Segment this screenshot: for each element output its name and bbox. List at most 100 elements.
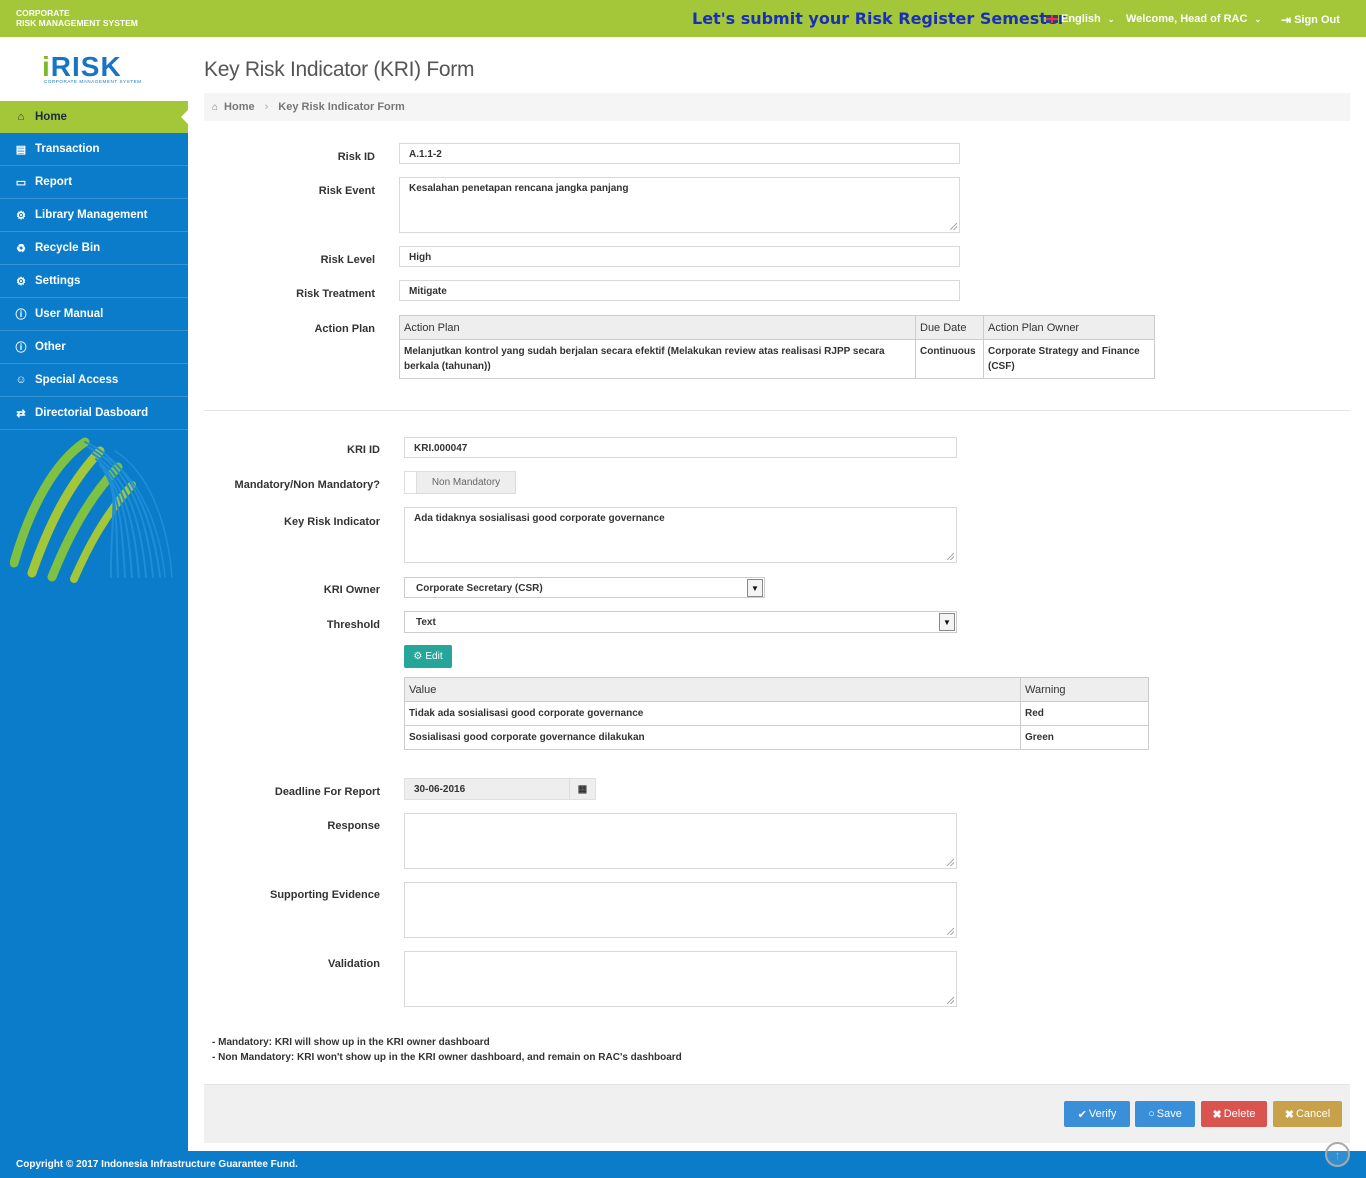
delete-button[interactable]: ✖ Delete [1201,1101,1267,1127]
toggle-knob [405,472,417,493]
sidebar-item-user-manual[interactable]: ⓘ User Manual [0,298,188,331]
kri-owner-select[interactable]: Corporate Secretary (CSR) ▼ [404,577,765,598]
response-label: Response [327,820,380,832]
gear-icon: ⚙ [16,275,26,288]
table-cell: Red [1020,701,1149,726]
validation-field[interactable] [404,951,957,1007]
sidebar-item-special-access[interactable]: ☺ Special Access [0,364,188,397]
brand-line-2: RISK MANAGEMENT SYSTEM [16,18,138,28]
calendar-icon[interactable]: ▦ [569,779,595,799]
chevron-down-icon: ⌄ [1254,15,1262,24]
risk-treatment-field[interactable]: Mitigate [399,280,960,301]
sidebar-item-label: Recycle Bin [35,242,101,254]
mandatory-toggle[interactable]: Non Mandatory [404,471,516,494]
kri-id-field[interactable]: KRI.000047 [404,437,957,458]
sidebar-item-recycle-bin[interactable]: ♻ Recycle Bin [0,232,188,265]
mandatory-label: Mandatory/Non Mandatory? [234,479,380,491]
risk-event-text: Kesalahan penetapan rencana jangka panja… [409,183,629,194]
table-cell: Melanjutkan kontrol yang sudah berjalan … [399,339,916,379]
brand-name: CORPORATE RISK MANAGEMENT SYSTEM [16,8,138,28]
verify-label: Verify [1088,1108,1117,1120]
sidebar-item-home[interactable]: ⌂ Home [0,101,188,133]
threshold-selected: Text [416,617,436,628]
table-cell: Continuous [915,339,984,379]
logo-risk: RISK [50,51,122,82]
sidebar-item-settings[interactable]: ⚙ Settings [0,265,188,298]
section-divider [204,410,1350,411]
column-header: Action Plan [399,315,916,340]
arrows-icon: ⇄ [16,407,26,420]
column-header: Value [404,677,1021,702]
risk-id-field[interactable]: A.1.1-2 [399,143,960,164]
sign-out-label: Sign Out [1294,14,1340,26]
cancel-button[interactable]: ✖ Cancel [1273,1101,1342,1127]
top-bar: CORPORATE RISK MANAGEMENT SYSTEM Let's s… [0,0,1366,37]
home-icon: ⌂ [212,101,219,113]
save-button[interactable]: ○ Save [1135,1101,1195,1127]
deadline-label: Deadline For Report [274,786,380,798]
risk-treatment-label: Risk Treatment [296,288,375,300]
resize-handle-icon[interactable] [947,928,954,935]
logo-subtitle: CORPORATE MANAGEMENT SYSTEM [44,79,142,84]
risk-event-label: Risk Event [318,185,375,197]
sidebar-item-label: Report [35,176,73,188]
sidebar-item-report[interactable]: ▭ Report [0,166,188,199]
supporting-evidence-field[interactable] [404,882,957,938]
resize-handle-icon[interactable] [947,553,954,560]
close-icon: ✖ [1212,1108,1222,1121]
risk-id-label: Risk ID [337,151,375,163]
supporting-evidence-label: Supporting Evidence [269,889,380,901]
logo[interactable]: iRISK CORPORATE MANAGEMENT SYSTEM [0,37,188,101]
user-menu[interactable]: Welcome, Head of RAC ⌄ [1126,13,1261,25]
sidebar-item-label: Settings [35,275,81,287]
sidebar-item-directorial-dashboard[interactable]: ⇄ Directorial Dasboard [0,397,188,430]
edit-threshold-button[interactable]: ⚙ Edit [404,645,452,668]
note-line: - Mandatory: KRI will show up in the KRI… [212,1037,490,1048]
deadline-value: 30-06-2016 [414,784,466,795]
sidebar-item-label: Other [35,341,66,353]
deadline-date-field[interactable]: 30-06-2016 ▦ [404,778,596,800]
risk-event-field[interactable]: Kesalahan penetapan rencana jangka panja… [399,177,960,233]
home-icon: ⌂ [17,111,25,123]
kri-owner-label: KRI Owner [323,584,380,596]
breadcrumb: ⌂ Home › Key Risk Indicator Form [204,93,1350,121]
risk-level-field[interactable]: High [399,246,960,267]
scroll-to-top-icon[interactable]: ↑ [1325,1142,1350,1167]
folder-icon: ▭ [15,176,27,189]
language-label: English [1061,13,1101,25]
dropdown-arrow-icon[interactable]: ▼ [939,613,955,631]
resize-handle-icon[interactable] [950,223,957,230]
sidebar-item-label: Library Management [35,209,148,221]
resize-handle-icon[interactable] [947,859,954,866]
chevron-down-icon: ⌄ [1107,14,1115,24]
table-row: Melanjutkan kontrol yang sudah berjalan … [399,339,1155,379]
table-header-row: Value Warning [404,677,1149,702]
dropdown-arrow-icon[interactable]: ▼ [747,579,763,597]
kri-owner-selected: Corporate Secretary (CSR) [416,583,543,594]
key-risk-indicator-field[interactable]: Ada tidaknya sosialisasi good corporate … [404,507,957,563]
sidebar-item-label: Special Access [35,374,119,386]
key-risk-indicator-text: Ada tidaknya sosialisasi good corporate … [414,513,665,524]
verify-button[interactable]: ✔ Verify [1064,1101,1130,1127]
breadcrumb-home-link[interactable]: Home [224,101,255,113]
risk-level-label: Risk Level [320,254,375,266]
mandatory-notes: - Mandatory: KRI will show up in the KRI… [212,1035,682,1065]
sidebar-item-transaction[interactable]: ▤ Transaction [0,133,188,166]
kri-id-label: KRI ID [347,444,380,456]
gear-icon: ⚙ [16,209,26,222]
sidebar-item-label: Directorial Dasboard [35,407,149,419]
sidebar-item-other[interactable]: ⓘ Other [0,331,188,364]
cancel-label: Cancel [1295,1108,1331,1120]
resize-handle-icon[interactable] [947,997,954,1004]
sidebar-nav: ⌂ Home ▤ Transaction ▭ Report ⚙ Library … [0,101,188,430]
response-field[interactable] [404,813,957,869]
threshold-select[interactable]: Text ▼ [404,611,957,633]
language-selector[interactable]: English ⌄ [1046,13,1114,25]
table-header-row: Action Plan Due Date Action Plan Owner [399,315,1155,340]
gear-icon: ⚙ [413,651,423,662]
chevron-right-icon: › [264,101,269,113]
sidebar-item-library-management[interactable]: ⚙ Library Management [0,199,188,232]
action-plan-table: Action Plan Due Date Action Plan Owner M… [399,315,1155,379]
sign-out-button[interactable]: ⇥ Sign Out [1281,13,1340,27]
toggle-label: Non Mandatory [431,477,501,488]
